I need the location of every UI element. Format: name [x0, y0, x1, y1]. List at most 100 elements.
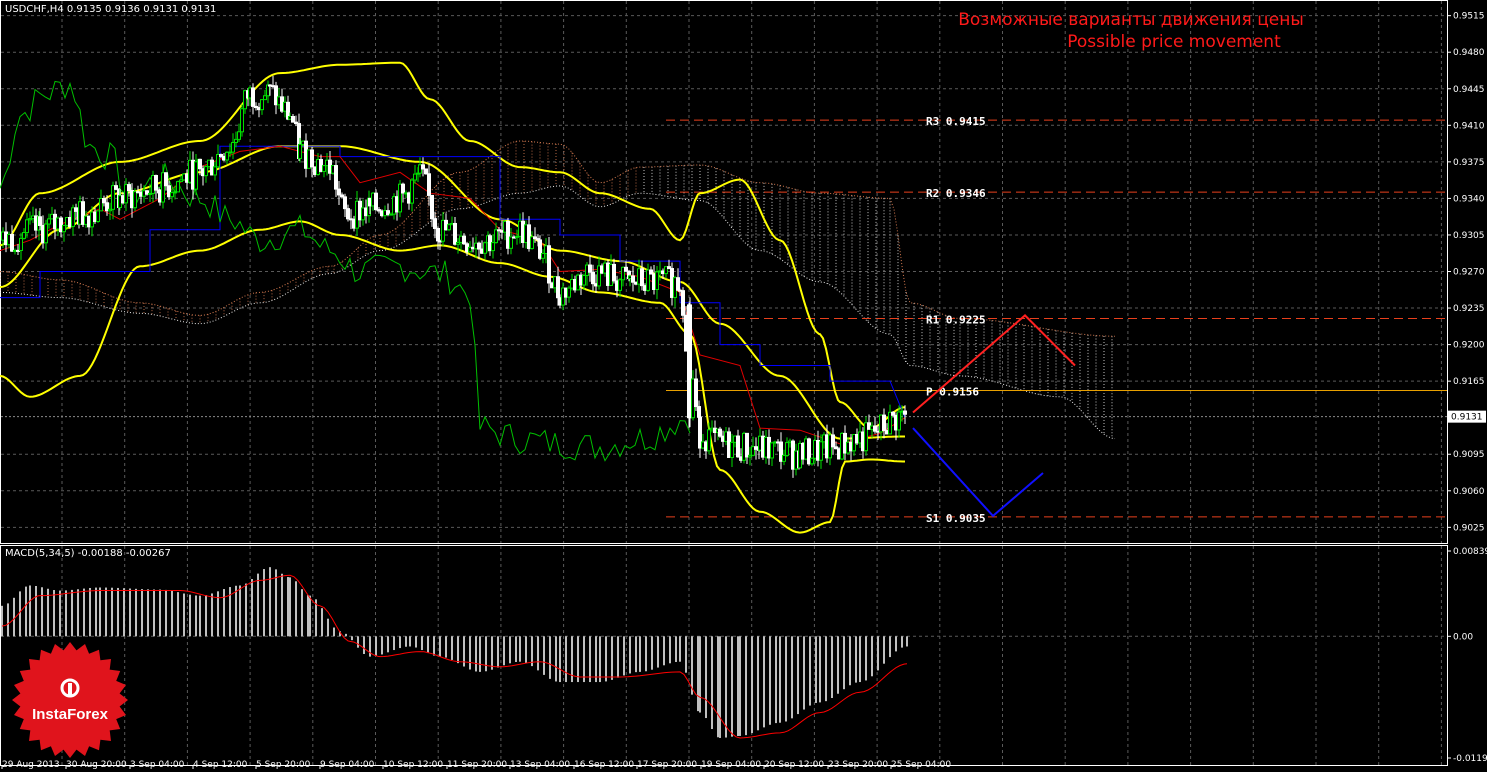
candle-body: [588, 264, 592, 273]
candle-body: [618, 279, 622, 291]
cloud-span-b: [0, 185, 1116, 440]
candle-body: [114, 185, 118, 190]
macd-label: MACD(5,34,5) -0.00188 -0.00267: [5, 548, 171, 559]
current-price-label: 0.9131: [1451, 413, 1483, 423]
candle-body: [631, 275, 635, 283]
candle-body: [770, 442, 774, 459]
candle-body: [310, 149, 314, 168]
price-label: 0.9025: [1453, 523, 1485, 533]
candle-body: [410, 179, 414, 204]
level-label-r1: R1 0.9225: [926, 313, 986, 326]
candle-body: [718, 428, 722, 437]
time-axis: 29 Aug 2013 30 Aug 20:00 3 Sep 04:00 4 Sep …: [1, 760, 951, 770]
candle-body: [453, 222, 457, 245]
price-label: 0.9200: [1453, 341, 1485, 351]
macd-panel: [1, 567, 908, 739]
forex-chart: R3 0.9415 R2 0.9346 R1 0.9225 P 0.9156 S1 0.…: [0, 0, 1487, 770]
candle-body: [494, 229, 498, 244]
instaforex-logo: InstaForex: [12, 642, 128, 758]
candle-body: [44, 223, 48, 244]
title-ru: Возможные варианты движения цены: [958, 10, 1304, 30]
candle-body: [612, 263, 616, 282]
candle-body: [676, 277, 680, 291]
price-label: 0.9340: [1453, 194, 1485, 204]
candle-body: [154, 175, 158, 191]
level-label-r2: R2 0.9346: [926, 187, 986, 200]
candle-body: [38, 216, 42, 226]
candle-body: [194, 161, 198, 190]
level-label-r3: R3 0.9415: [926, 115, 986, 128]
macd-signal: [1, 574, 908, 739]
time-label: 19 Sep 04:00: [701, 760, 761, 770]
symbol-label: USDCHF,H4 0.9135 0.9136 0.9131 0.9131: [5, 4, 216, 15]
title-en: Possible price movement: [1067, 32, 1281, 52]
candle-body: [47, 218, 51, 225]
price-label: 0.9375: [1453, 158, 1485, 168]
time-label: 20 Sep 12:00: [764, 760, 824, 770]
candle-body: [567, 287, 571, 298]
candle-body: [745, 432, 749, 458]
price-label: 0.9165: [1453, 377, 1485, 387]
candle-body: [374, 192, 378, 211]
time-label: 3 Sep 04:00: [130, 760, 185, 770]
candle-body: [337, 188, 341, 196]
level-label-pp: P 0.9156: [926, 386, 979, 399]
candle-body: [819, 441, 823, 461]
candle-body: [697, 406, 701, 418]
candle-body: [231, 142, 235, 153]
candle-body: [10, 233, 14, 252]
price-label: 0.9095: [1453, 450, 1485, 460]
candle-body: [655, 271, 659, 290]
candle-body: [477, 242, 481, 250]
time-label: 11 Sep 20:00: [447, 760, 507, 770]
time-label: 13 Sep 04:00: [510, 760, 570, 770]
candle-body: [782, 454, 786, 462]
time-label: 5 Sep 20:00: [256, 760, 311, 770]
price-label: 0.9445: [1453, 85, 1485, 95]
candle-body: [831, 434, 835, 448]
candle-body: [298, 143, 302, 160]
candle-body: [322, 165, 326, 172]
time-label: 17 Sep 20:00: [637, 760, 697, 770]
candle-body: [649, 269, 653, 275]
scenario-down: [912, 427, 1044, 518]
candle-body: [882, 414, 886, 432]
candle-body: [556, 276, 560, 299]
macd-axis-label: 0.00839: [1453, 547, 1487, 557]
candle-body: [346, 208, 350, 220]
macd-axis-label: -0.01197: [1453, 754, 1487, 764]
candle-body: [433, 218, 437, 229]
price-label: 0.9305: [1453, 231, 1485, 241]
pivot-levels: R3 0.9415 R2 0.9346 R1 0.9225 P 0.9156 S1 0.…: [666, 115, 1447, 525]
candle-body: [547, 245, 551, 284]
bollinger-upper: [0, 61, 906, 430]
time-label: 29 Aug 2013: [2, 760, 60, 770]
bollinger-middle: [0, 145, 905, 440]
time-label: 30 Aug 20:00: [66, 760, 127, 770]
candle-body: [133, 191, 137, 209]
candle-body: [343, 196, 347, 210]
candle-body: [204, 166, 208, 177]
candle-body: [176, 181, 180, 193]
time-label: 23 Sep 20:00: [828, 760, 888, 770]
candle-body: [401, 183, 405, 194]
candle-body: [730, 441, 734, 458]
candle-body: [22, 232, 26, 239]
candle-body: [624, 266, 628, 272]
level-label-s1: S1 0.9035: [926, 512, 986, 525]
logo-text: InstaForex: [32, 706, 109, 723]
candle-body: [251, 87, 255, 107]
candle-body: [413, 173, 417, 181]
candle-body: [164, 172, 168, 187]
candle-body: [213, 166, 217, 176]
macd-axis-label: 0.00: [1453, 632, 1473, 642]
candle-body: [62, 224, 66, 233]
price-label: 0.9060: [1453, 487, 1485, 497]
candle-body: [102, 197, 106, 204]
time-label: 4 Sep 12:00: [193, 760, 248, 770]
candle-body: [491, 242, 495, 252]
price-label: 0.9515: [1453, 12, 1485, 22]
candle-body: [447, 224, 451, 231]
candle-body: [291, 116, 295, 123]
candle-body: [260, 99, 264, 111]
